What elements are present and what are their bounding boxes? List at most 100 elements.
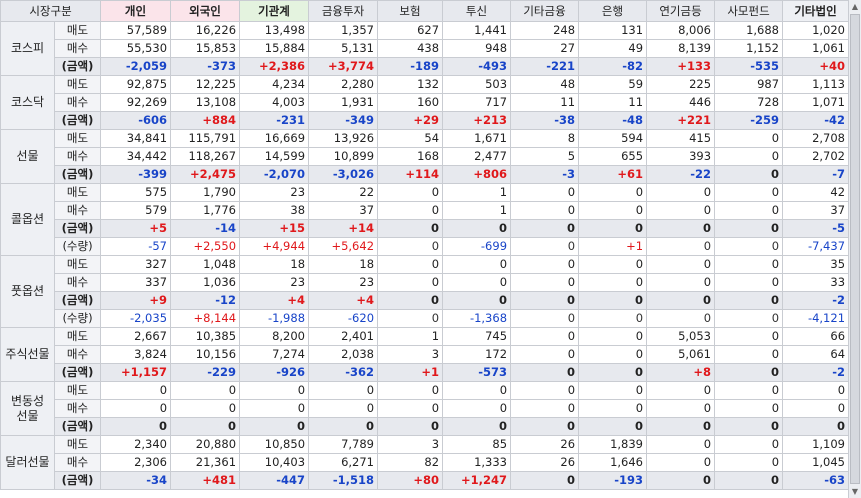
vertical-scrollbar[interactable]: ▲ ▼ (848, 0, 861, 498)
value-cell: +2,475 (170, 165, 241, 184)
table-row[interactable]: (금액) -399 +2,475 -2,070 -3,026 +114 +806 -3 +61-… (1, 165, 850, 184)
value-cell: 393 (646, 147, 716, 166)
value-cell: 1,688 (714, 21, 784, 40)
table-row[interactable]: 콜옵션 매도 575 1,790 23 22 0 1 0 0 0 0 42 (0, 183, 850, 256)
value-cell: 0 (578, 183, 648, 202)
value-cell: -2 (782, 363, 850, 382)
value-cell: 0 (510, 219, 580, 238)
header-insurance[interactable]: 보험 (377, 0, 444, 22)
table-row[interactable]: (수량) -57 +2,550 +4,944 +5,642 0 -699 0 +1 0 0 -7,43… (1, 237, 850, 256)
market-name: 코스닥 (0, 75, 55, 130)
value-cell: 92,875 (100, 75, 172, 94)
header-institution[interactable]: 기관계 (239, 0, 310, 22)
value-cell: 0 (442, 381, 512, 400)
value-cell: +80 (377, 471, 444, 490)
value-cell: 168 (377, 147, 444, 166)
value-cell: 0 (578, 327, 648, 346)
value-cell: 10,156 (170, 345, 241, 364)
arrow-up-icon[interactable]: ▲ (849, 0, 861, 13)
header-other-corp[interactable]: 기타법인 (782, 0, 850, 22)
header-market[interactable]: 시장구분 (0, 0, 102, 22)
table-row[interactable]: (금액) +9 -12 +4 +4 0 0 0 0 0 0 -2 (1, 291, 850, 310)
value-cell: 0 (714, 147, 784, 166)
value-cell: 15,853 (170, 39, 241, 58)
value-cell: 131 (578, 21, 648, 40)
value-cell: -362 (308, 363, 379, 382)
value-cell: -573 (442, 363, 512, 382)
value-cell: 0 (510, 327, 580, 346)
value-cell: 0 (714, 381, 784, 400)
table-row[interactable]: 매수 55,530 15,853 15,884 5,131 438 948 27 49 8,139… (1, 39, 850, 58)
table-row[interactable]: 코스피 매도 57,589 16,226 13,498 1,357 627 1,441 248 1… (0, 21, 850, 76)
value-cell: 0 (714, 219, 784, 238)
value-cell: 0 (510, 363, 580, 382)
arrow-down-icon[interactable]: ▼ (849, 485, 861, 498)
row-label: 매도 (53, 435, 102, 454)
value-cell: 37 (782, 201, 850, 220)
table-row[interactable]: 달러선물 매도 2,340 20,880 10,850 7,789 3 85 26 1,839 0 0… (0, 435, 850, 490)
table-row[interactable]: (금액) -34 +481 -447 -1,518 +80 +1,247 0 -193 0 0 -63 (1, 471, 850, 490)
value-cell: 0 (100, 417, 172, 436)
value-cell: -63 (782, 471, 850, 490)
table-row[interactable]: 풋옵션 매도 327 1,048 18 18 0 0 0 0 0 0 35 (0, 255, 850, 328)
header-private-fund[interactable]: 사모펀드 (714, 0, 784, 22)
value-cell: 594 (578, 129, 648, 148)
table-row[interactable]: 매수 0 0 0 0 0 0 0 0 0 0 0 (1, 399, 850, 418)
table-row[interactable]: 매수 92,269 13,108 4,003 1,931 160 717 11 11 446 728… (1, 93, 850, 112)
row-label: (금액) (53, 57, 102, 76)
value-cell: -7 (782, 165, 850, 184)
value-cell: +5,642 (308, 237, 379, 256)
row-label: 매수 (53, 201, 102, 220)
value-cell: 42 (782, 183, 850, 202)
value-cell: 0 (442, 255, 512, 274)
table-row[interactable]: (금액) 0 0 0 0 0 0 0 0 0 0 0 (1, 417, 850, 436)
value-cell: 1,071 (782, 93, 850, 112)
table-row[interactable]: 매수 579 1,776 38 37 0 1 0 0 0 0 37 (1, 201, 850, 220)
table-row[interactable]: 주식선물 매도 2,667 10,385 8,200 2,401 1 745 0 0 5,053 0 6… (0, 327, 850, 382)
value-cell: 1,109 (782, 435, 850, 454)
value-cell: 337 (100, 273, 172, 292)
value-cell: 2,702 (782, 147, 850, 166)
market-name: 풋옵션 (0, 255, 55, 328)
value-cell: 14,599 (239, 147, 310, 166)
value-cell: 13,926 (308, 129, 379, 148)
header-individual[interactable]: 개인 (100, 0, 172, 22)
value-cell: -2,070 (239, 165, 310, 184)
table-row[interactable]: 선물 매도 34,841 115,791 16,669 13,926 54 1,671 8 594… (0, 129, 850, 184)
value-cell: +221 (646, 111, 716, 130)
value-cell: 0 (170, 381, 241, 400)
row-label: 매도 (53, 255, 102, 274)
header-pension[interactable]: 연기금등 (646, 0, 716, 22)
value-cell: -4,121 (782, 309, 850, 328)
table-row[interactable]: (금액) +5 -14 +15 +14 0 0 0 0 0 0 -5 (1, 219, 850, 238)
scroll-thumb[interactable] (850, 14, 860, 484)
value-cell: -48 (578, 111, 648, 130)
table-row[interactable]: (금액) +1,157 -229 -926 -362 +1 -573 0 0 +8 0 -2 (1, 363, 850, 382)
value-cell: -231 (239, 111, 310, 130)
table-row[interactable]: 매수 2,306 21,361 10,403 6,271 82 1,333 26 1,646 0 0… (1, 453, 850, 472)
value-cell: 10,899 (308, 147, 379, 166)
value-cell: 0 (646, 219, 716, 238)
value-cell: 38 (239, 201, 310, 220)
header-foreign[interactable]: 외국인 (170, 0, 241, 22)
header-bank[interactable]: 은행 (578, 0, 648, 22)
table-row[interactable]: (금액) -606 +884 -231 -349 +29 +213 -38 -48 +221 -25… (1, 111, 850, 130)
table-row[interactable]: 매수 34,442 118,267 14,599 10,899 168 2,477 5 655 3… (1, 147, 850, 166)
row-label: (금액) (53, 291, 102, 310)
value-cell: 0 (510, 345, 580, 364)
table-row[interactable]: (수량) -2,035 +8,144 -1,988 -620 0 -1,368 0 0 0 0 -4,… (1, 309, 850, 328)
value-cell: +4 (308, 291, 379, 310)
table-row[interactable]: 코스닥 매도 92,875 12,225 4,234 2,280 132 503 48 59 225… (0, 75, 850, 130)
header-financial-investment[interactable]: 금융투자 (308, 0, 379, 22)
header-other-finance[interactable]: 기타금융 (510, 0, 580, 22)
header-investment-trust[interactable]: 투신 (442, 0, 512, 22)
table-row[interactable]: 변동성 선물 매도 0 0 0 0 0 0 0 0 0 0 0 (0, 381, 850, 436)
value-cell: 12,225 (170, 75, 241, 94)
table-row[interactable]: (금액) -2,059 -373 +2,386 +3,774 -189 -493 -221 -8… (1, 57, 850, 76)
value-cell: 0 (646, 471, 716, 490)
table-row[interactable]: 매수 3,824 10,156 7,274 2,038 3 172 0 0 5,061 0 64 (1, 345, 850, 364)
value-cell: 1,152 (714, 39, 784, 58)
value-cell: 1,776 (170, 201, 241, 220)
value-cell: +61 (578, 165, 648, 184)
table-row[interactable]: 매수 337 1,036 23 23 0 0 0 0 0 0 33 (1, 273, 850, 292)
